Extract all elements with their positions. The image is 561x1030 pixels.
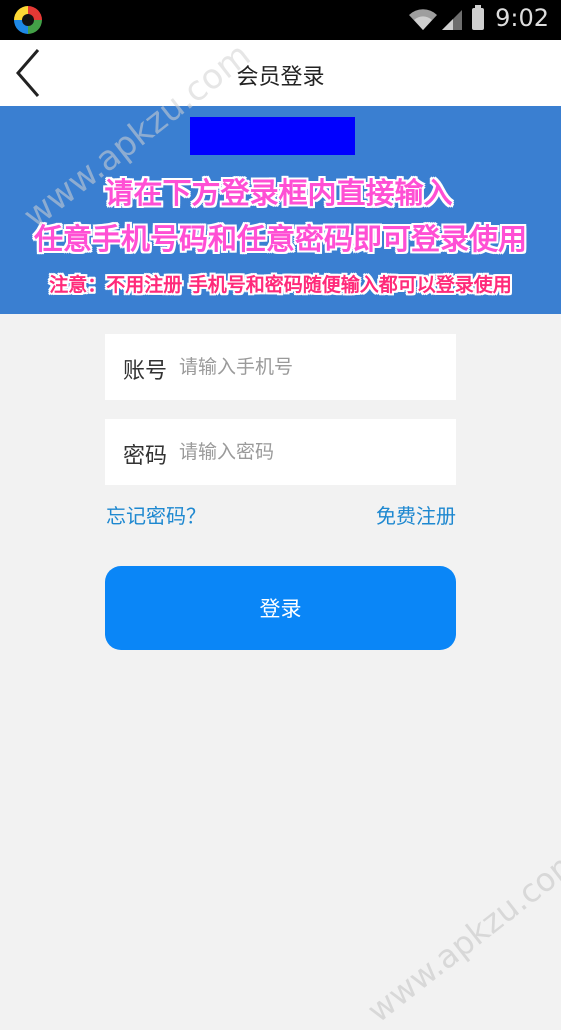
signal-icon [442, 10, 462, 30]
account-field: 账号 [105, 334, 456, 400]
app-logo-icon [14, 6, 42, 34]
promo-banner: 请在下方登录框内直接输入 任意手机号码和任意密码即可登录使用 注意：不用注册 手… [0, 106, 561, 314]
banner-note: 注意：不用注册 手机号和密码随便输入都可以登录使用 [49, 274, 512, 296]
banner-line-2: 任意手机号码和任意密码即可登录使用 [33, 222, 527, 256]
page-title: 会员登录 [236, 65, 325, 90]
banner-highlight-box [190, 117, 355, 155]
forgot-password-link[interactable]: 忘记密码？ [106, 500, 206, 529]
wifi-icon [409, 9, 437, 31]
watermark-bottom: www.apkzu.com [360, 840, 561, 1030]
battery-icon [472, 5, 484, 30]
password-input[interactable] [177, 431, 441, 473]
register-link[interactable]: 免费注册 [376, 500, 456, 529]
status-bar: 9:02 [0, 0, 561, 40]
account-label: 账号 [123, 359, 168, 384]
password-field: 密码 [105, 419, 456, 485]
password-label: 密码 [123, 444, 168, 469]
account-input[interactable] [177, 346, 441, 388]
login-button[interactable]: 登录 [105, 566, 456, 650]
status-time: 9:02 [495, 4, 549, 32]
nav-bar: 会员登录 [0, 40, 561, 106]
